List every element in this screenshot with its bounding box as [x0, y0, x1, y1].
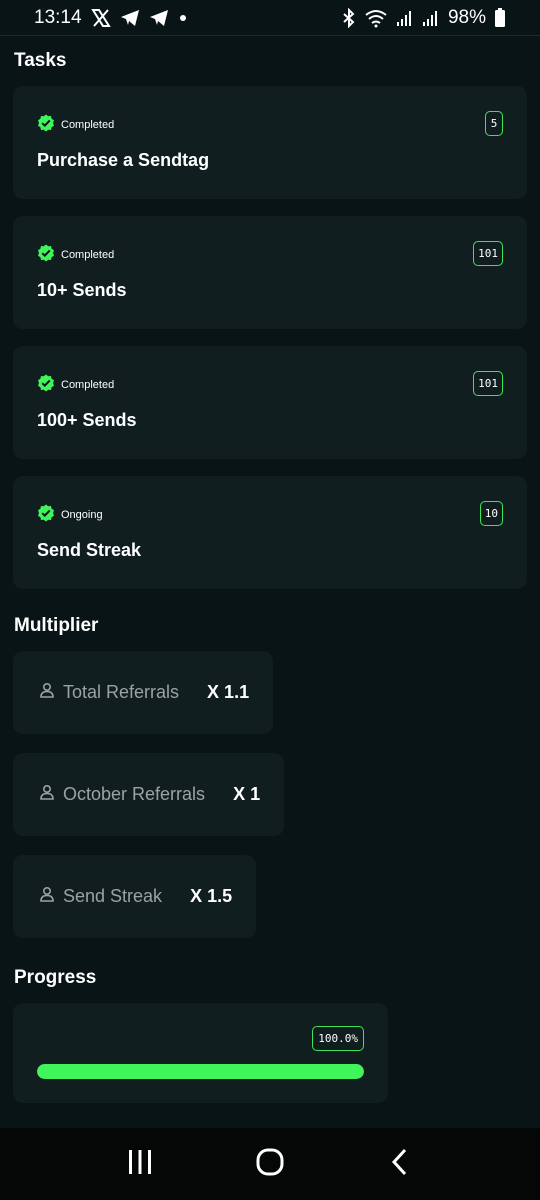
task-status: Completed — [37, 374, 114, 395]
verified-check-icon — [37, 114, 55, 135]
multiplier-label: Total Referrals — [63, 682, 180, 702]
task-status-label: Completed — [61, 118, 115, 131]
multiplier-value: X 1 — [233, 784, 261, 804]
recent-apps-button[interactable] — [110, 1134, 170, 1194]
status-right: 98% — [342, 7, 506, 29]
x-icon — [90, 8, 111, 27]
progress-heading: Progress — [14, 967, 97, 988]
main-content: Tasks Completed 5 Purchase a Sendtag Com… — [13, 36, 527, 1103]
progress-percent-badge: 100.0% — [312, 1026, 364, 1051]
task-status: Ongoing — [37, 504, 103, 525]
battery-icon — [494, 7, 506, 28]
task-status-label: Completed — [61, 248, 115, 261]
progress-track — [37, 1064, 364, 1079]
verified-check-icon — [37, 504, 55, 525]
tasks-heading: Tasks — [14, 50, 67, 71]
multiplier-label: October Referrals — [63, 784, 206, 804]
task-card[interactable]: Completed 5 Purchase a Sendtag — [13, 86, 527, 199]
back-button[interactable] — [370, 1134, 430, 1194]
task-title: Purchase a Sendtag — [37, 150, 210, 170]
signal-icon — [422, 9, 440, 27]
multiplier-value: X 1.5 — [190, 886, 233, 906]
task-points-badge: 10 — [479, 501, 503, 526]
task-title: 100+ Sends — [37, 410, 137, 430]
task-card[interactable]: Completed 101 100+ Sends — [13, 346, 527, 459]
multiplier-row: Send Streak X 1.5 — [13, 855, 527, 957]
task-card[interactable]: Ongoing 10 Send Streak — [13, 476, 527, 589]
multiplier-card: Total Referrals X 1.1 — [13, 651, 274, 734]
task-card[interactable]: Completed 101 10+ Sends — [13, 216, 527, 329]
multiplier-row: October Referrals X 1 — [13, 753, 527, 855]
verified-check-icon — [37, 374, 55, 395]
verified-check-icon — [37, 244, 55, 265]
bluetooth-icon — [342, 7, 356, 28]
status-time: 13:14 — [34, 6, 82, 28]
task-status: Completed — [37, 114, 114, 135]
progress-card: 100.0% — [13, 1003, 388, 1103]
task-points-badge: 5 — [485, 111, 503, 136]
recent-apps-icon — [126, 1149, 154, 1180]
multiplier-value: X 1.1 — [207, 682, 250, 702]
user-icon — [39, 682, 55, 703]
task-points-badge: 101 — [473, 241, 503, 266]
telegram-icon — [120, 9, 140, 27]
user-icon — [39, 784, 55, 805]
battery-percent: 98% — [447, 6, 486, 28]
back-icon — [390, 1148, 410, 1181]
task-title: 10+ Sends — [37, 280, 127, 300]
wifi-icon — [364, 8, 388, 28]
home-icon — [255, 1147, 285, 1182]
multiplier-row: Total Referrals X 1.1 — [13, 651, 527, 753]
task-status-label: Completed — [61, 378, 115, 391]
task-points-badge: 101 — [473, 371, 503, 396]
dot-icon — [178, 13, 188, 23]
multiplier-card: Send Streak X 1.5 — [13, 855, 257, 938]
multiplier-card: October Referrals X 1 — [13, 753, 285, 836]
home-button[interactable] — [240, 1134, 300, 1194]
multiplier-heading: Multiplier — [14, 615, 99, 636]
task-status-label: Ongoing — [61, 508, 103, 521]
status-bar: 13:14 98% — [0, 0, 540, 36]
telegram-icon — [149, 9, 169, 27]
status-left: 13:14 — [34, 7, 188, 29]
user-icon — [39, 886, 55, 907]
task-title: Send Streak — [37, 540, 142, 560]
signal-icon — [396, 9, 414, 27]
multiplier-label: Send Streak — [63, 886, 163, 906]
progress-fill — [37, 1064, 364, 1079]
system-nav-bar — [0, 1128, 540, 1200]
task-status: Completed — [37, 244, 114, 265]
